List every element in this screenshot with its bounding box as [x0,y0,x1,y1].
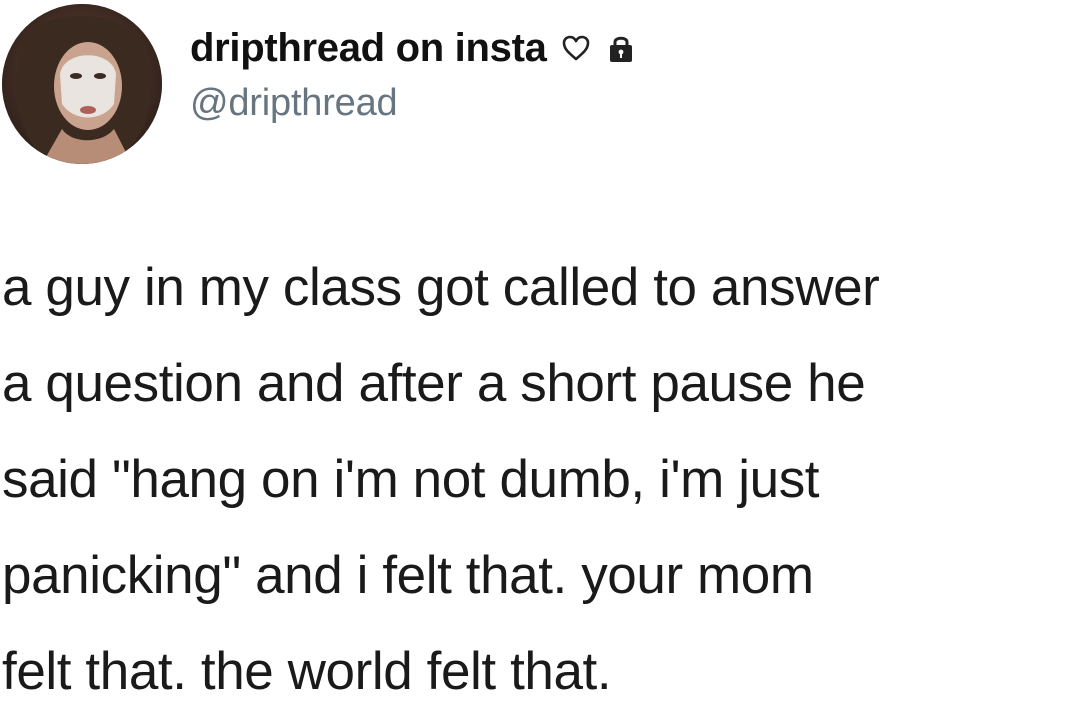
display-name[interactable]: dripthread on insta [190,26,547,71]
tweet-text-line: a question and after a short pause he [2,354,866,413]
tweet-text-line: said "hang on i'm not dumb, i'm just [2,450,820,509]
tweet-text-line: felt that. the world felt that. [2,642,612,701]
tweet-header: dripthread on insta @dripthread [190,20,635,125]
heart-icon [561,34,591,62]
tweet-card: dripthread on insta @dripthread a guy in… [0,0,1068,701]
tweet-text: a guy in my class got called to answer a… [2,240,1062,720]
handle[interactable]: @dripthread [190,82,635,125]
name-row: dripthread on insta [190,20,635,76]
avatar[interactable] [2,4,162,164]
tweet-text-line: a guy in my class got called to answer [2,258,880,317]
lock-icon [607,32,635,64]
avatar-image [2,4,162,164]
tweet-text-line: panicking" and i felt that. your mom [2,546,814,605]
